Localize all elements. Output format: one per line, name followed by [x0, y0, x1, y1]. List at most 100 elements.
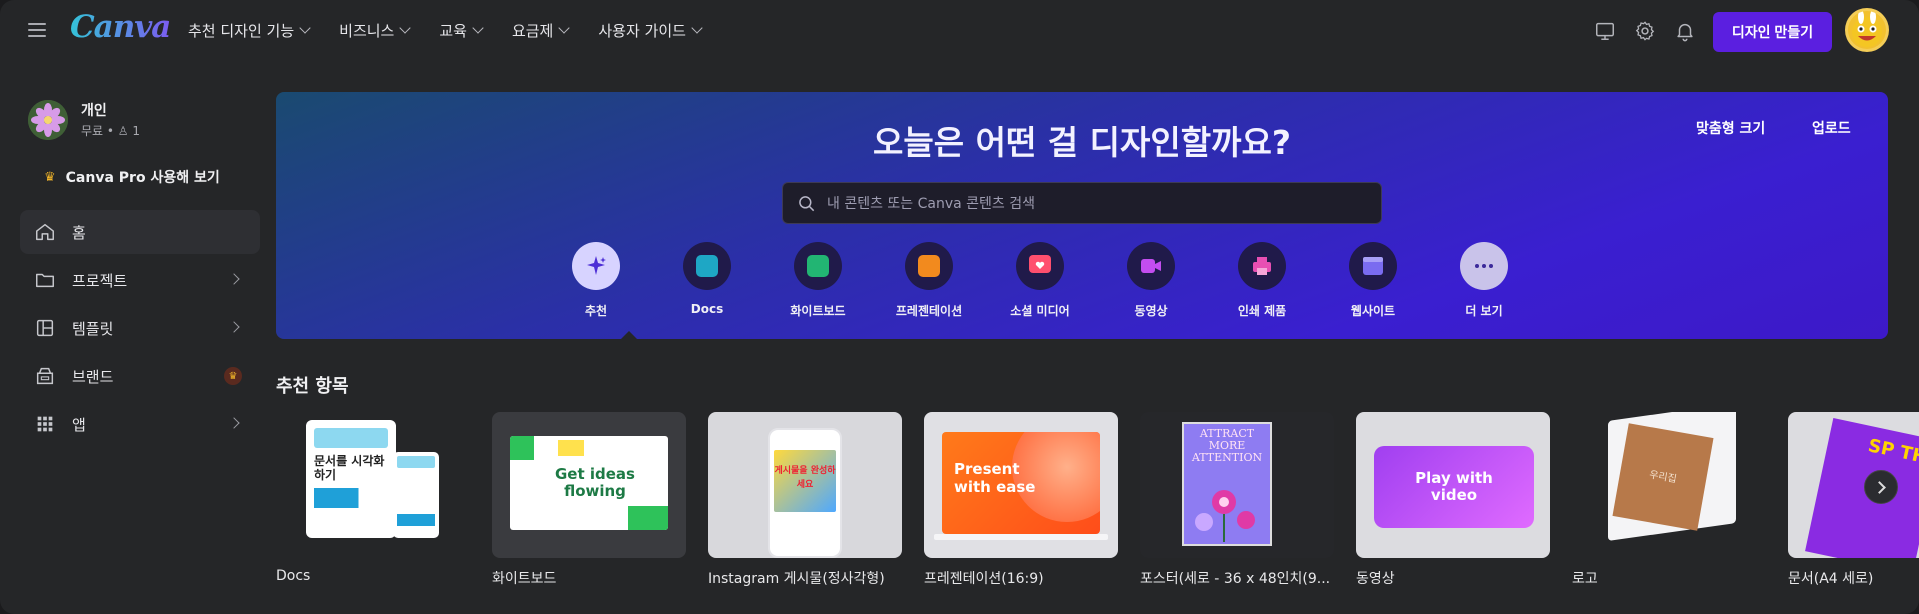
sidebar-item-label: 홈 — [72, 223, 86, 242]
card-label: 포스터(세로 - 36 x 48인치(9... — [1140, 571, 1331, 587]
card-label: 문서(A4 세로) — [1788, 571, 1874, 587]
custom-size-button[interactable]: 맞춤형 크기 — [1696, 118, 1765, 138]
category-recommended[interactable]: 추천 — [546, 242, 646, 319]
active-category-caret — [621, 331, 637, 339]
nav-education[interactable]: 교육 — [439, 20, 484, 41]
video-mockup: Play with video — [1374, 446, 1534, 528]
chevron-down-icon — [299, 22, 311, 34]
create-design-button[interactable]: 디자인 만들기 — [1713, 12, 1832, 52]
gear-icon[interactable] — [1634, 20, 1656, 42]
team-avatar — [28, 100, 68, 140]
flower-illustration-icon — [1195, 490, 1255, 542]
nav-guide[interactable]: 사용자 가이드 — [598, 20, 703, 41]
nav-label: 추천 디자인 기능 — [188, 22, 295, 40]
whiteboard-thumb-text: Get ideas flowing — [555, 465, 635, 500]
website-icon — [1363, 257, 1383, 275]
whiteboard-icon — [807, 255, 829, 277]
sidebar-item-projects[interactable]: 프로젝트 — [20, 258, 260, 302]
recommended-card-docs[interactable]: 문서를 시각화하기 Docs — [276, 412, 470, 584]
doc-page: 문서를 시각화하기 — [306, 420, 396, 538]
crown-icon: ♛ — [44, 169, 56, 185]
team-plan: 무료 • ♙ 1 — [81, 124, 140, 138]
a4-thumb-text: SP TH — [1866, 435, 1919, 469]
recommended-card-instagram[interactable]: 게시물을 완성하세요 Instagram 게시물(정사각형) — [708, 412, 902, 588]
recommended-card-logo[interactable]: 우리집 로고 — [1572, 412, 1766, 588]
chevron-down-icon — [558, 22, 571, 34]
chevron-right-icon — [228, 321, 240, 333]
card-label: Docs — [276, 568, 311, 584]
card-thumbnail: 우리집 — [1572, 412, 1766, 558]
top-nav: 추천 디자인 기능 비즈니스 교육 요금제 사용자 가이드 — [188, 20, 731, 41]
card-thumbnail: Get ideas flowing — [492, 412, 686, 558]
category-circle — [1127, 242, 1175, 290]
category-social-media[interactable]: 소셜 미디어 — [990, 242, 1090, 319]
video-thumb-text: Play with video — [1415, 469, 1493, 504]
category-label: 동영상 — [1134, 304, 1168, 318]
sidebar-item-apps[interactable]: 앱 — [20, 402, 260, 446]
carousel-next-button[interactable] — [1864, 470, 1898, 504]
recommended-card-poster[interactable]: ATTRACT MORE ATTENTION 포스터(세로 - 36 x 48인… — [1140, 412, 1334, 588]
category-website[interactable]: 웹사이트 — [1323, 242, 1423, 319]
sidebar-item-brand[interactable]: 브랜드 ♛ — [20, 354, 260, 398]
recommended-card-whiteboard[interactable]: Get ideas flowing 화이트보드 — [492, 412, 686, 588]
category-label: 더 보기 — [1465, 304, 1503, 318]
card-thumbnail: SP TH — [1788, 412, 1919, 558]
category-circle — [683, 242, 731, 290]
category-docs[interactable]: Docs — [657, 242, 757, 316]
home-icon — [36, 223, 54, 241]
chevron-right-icon — [1873, 480, 1886, 494]
category-print[interactable]: 인쇄 제품 — [1212, 242, 1312, 319]
category-circle — [572, 242, 620, 290]
whiteboard-canvas: Get ideas flowing — [510, 436, 668, 530]
chevron-right-icon — [228, 417, 240, 429]
category-more[interactable]: 더 보기 — [1434, 242, 1534, 319]
sidebar-item-label: 프로젝트 — [72, 271, 128, 290]
printer-icon — [1253, 257, 1271, 275]
team-switcher[interactable]: 개인 무료 • ♙ 1 — [28, 98, 258, 142]
apps-icon — [37, 416, 53, 432]
try-pro-link[interactable]: ♛ Canva Pro 사용해 보기 — [44, 167, 220, 187]
recommended-card-presentation[interactable]: Present with ease 프레젠테이션(16:9) — [924, 412, 1118, 588]
nav-pricing[interactable]: 요금제 — [512, 20, 571, 41]
search-placeholder: 내 콘텐츠 또는 Canva 콘텐츠 검색 — [827, 196, 1036, 212]
chevron-down-icon — [472, 22, 484, 34]
category-presentation[interactable]: 프레젠테이션 — [879, 242, 979, 319]
card-label: 화이트보드 — [492, 571, 557, 587]
category-label: 추천 — [584, 304, 608, 318]
template-icon — [36, 319, 54, 337]
upload-button[interactable]: 업로드 — [1812, 118, 1851, 138]
category-label: 인쇄 제품 — [1237, 304, 1287, 318]
menu-icon[interactable] — [26, 20, 48, 40]
card-thumbnail: 문서를 시각화하기 — [276, 412, 470, 558]
recommended-card-video[interactable]: Play with video 동영상 — [1356, 412, 1550, 588]
canva-window: Canva 추천 디자인 기능 비즈니스 교육 요금제 사용자 가이드 디자인 … — [0, 0, 1919, 614]
nav-business[interactable]: 비즈니스 — [339, 20, 412, 41]
more-dots-icon — [1475, 264, 1493, 268]
crown-badge-icon: ♛ — [224, 367, 242, 385]
monitor-icon[interactable] — [1594, 20, 1616, 42]
search-input[interactable]: 내 콘텐츠 또는 Canva 콘텐츠 검색 — [782, 182, 1382, 224]
sidebar-item-home[interactable]: 홈 — [20, 210, 260, 254]
presentation-thumb-text: Present with ease — [954, 460, 1036, 496]
hero-banner: 오늘은 어떤 걸 디자인할까요? 맞춤형 크기 업로드 내 콘텐츠 또는 Can… — [276, 92, 1888, 339]
canva-logo[interactable]: Canva — [70, 9, 171, 45]
team-name: 개인 — [81, 103, 107, 119]
category-circle — [794, 242, 842, 290]
presentation-icon — [918, 255, 940, 277]
sidebar-item-templates[interactable]: 템플릿 — [20, 306, 260, 350]
category-circle — [1016, 242, 1064, 290]
bell-icon[interactable] — [1674, 20, 1696, 42]
nav-label: 사용자 가이드 — [598, 22, 686, 40]
top-bar: Canva 추천 디자인 기능 비즈니스 교육 요금제 사용자 가이드 디자인 … — [0, 0, 1919, 62]
user-avatar[interactable] — [1845, 8, 1889, 52]
category-whiteboard[interactable]: 화이트보드 — [768, 242, 868, 319]
category-circle — [1460, 242, 1508, 290]
recommended-card-a4[interactable]: SP TH 문서(A4 세로) — [1788, 412, 1919, 588]
hero-title: 오늘은 어떤 걸 디자인할까요? — [873, 123, 1291, 162]
nav-featured[interactable]: 추천 디자인 기능 — [188, 20, 311, 41]
docs-icon — [696, 255, 718, 277]
card-thumbnail: Present with ease — [924, 412, 1118, 558]
category-video[interactable]: 동영상 — [1101, 242, 1201, 319]
category-label: 웹사이트 — [1350, 304, 1396, 318]
category-circle — [905, 242, 953, 290]
